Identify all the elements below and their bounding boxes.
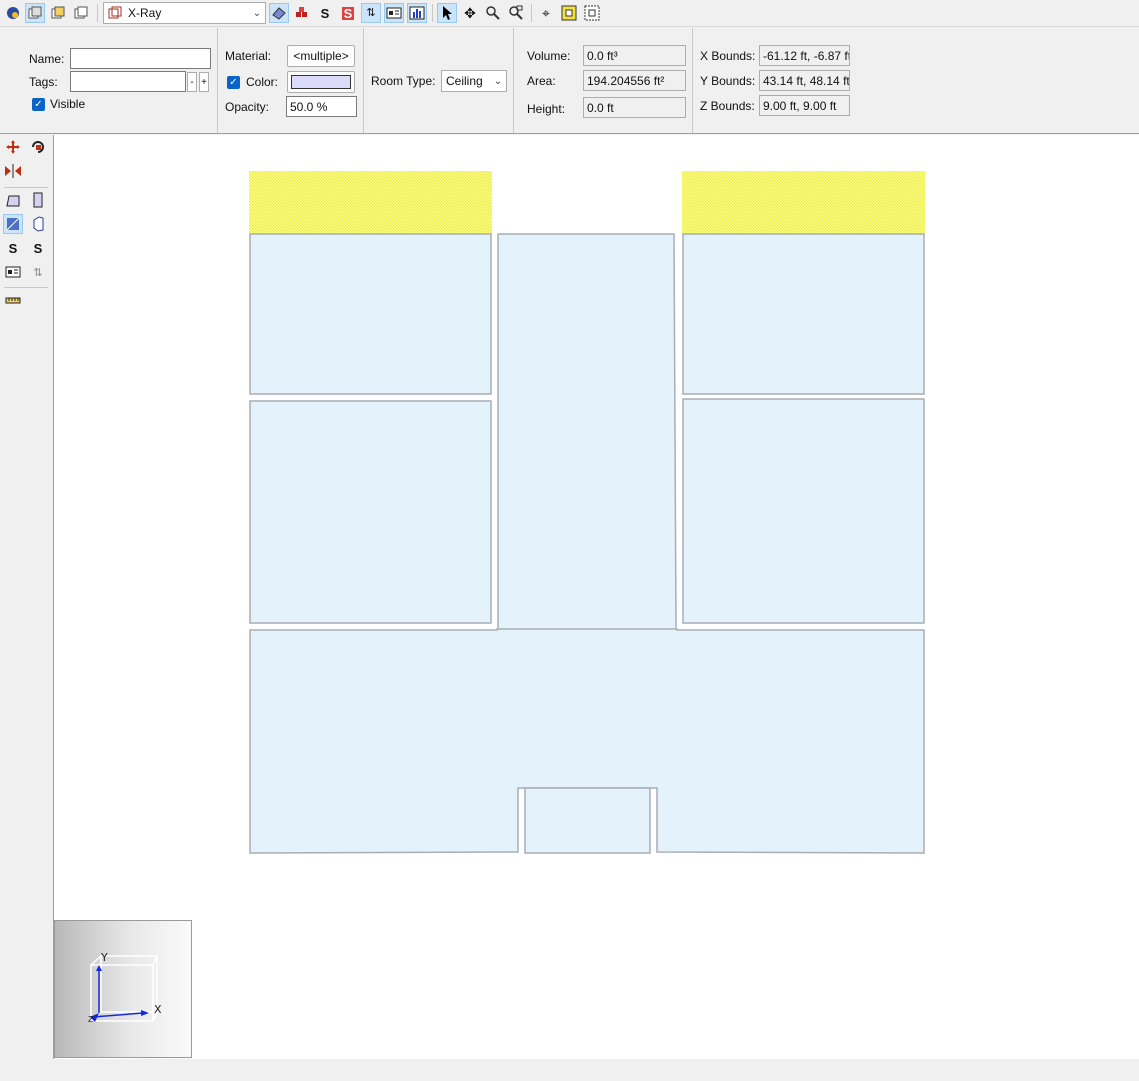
visible-label: Visible (50, 97, 86, 111)
color-swatch (291, 75, 351, 89)
selected-ceiling-left (249, 171, 492, 234)
xbounds-label: X Bounds: (700, 49, 756, 63)
zoom-window-icon[interactable] (506, 3, 526, 23)
zoom-icon[interactable] (483, 3, 503, 23)
material-label: Material: (225, 49, 272, 63)
color-label: Color: (246, 75, 279, 89)
y-axis-label: Y (100, 951, 108, 964)
tags-label: Tags: (29, 75, 58, 89)
zbounds-label: Z Bounds: (700, 99, 755, 113)
extrude-icon[interactable] (28, 214, 48, 234)
home-icon[interactable] (3, 3, 23, 23)
loop-icon[interactable]: S (315, 3, 335, 23)
selected-ceiling-right (682, 171, 925, 234)
material-button[interactable]: <multiple> (287, 45, 355, 67)
render-mode-select[interactable]: X-Ray ⌄ (103, 2, 266, 24)
room-top-right (682, 233, 925, 395)
xbounds-value: -61.12 ft, -6.87 ft (759, 45, 850, 66)
red-loop-icon[interactable]: S (338, 3, 358, 23)
room-top-left (249, 233, 492, 395)
chevron-down-icon: ⌄ (493, 75, 503, 87)
opacity-label: Opacity: (225, 100, 270, 114)
unjoin-icon[interactable]: S (28, 238, 48, 258)
spaces-icon[interactable] (292, 3, 312, 23)
measure-icon[interactable] (3, 291, 23, 311)
layer-icon[interactable] (48, 3, 68, 23)
main-toolbar: X-Ray ⌄ S S ⇅ ✥ ⌖ (0, 0, 1139, 27)
tags-field[interactable] (70, 71, 186, 92)
draw-floor-icon[interactable] (3, 190, 23, 210)
ybounds-label: Y Bounds: (700, 74, 756, 88)
zbounds-value: 9.00 ft, 9.00 ft (759, 95, 850, 116)
viewport-canvas[interactable] (53, 135, 1139, 1059)
rotate-icon[interactable] (28, 137, 48, 157)
join-icon[interactable]: S (3, 238, 23, 258)
tags-add-button[interactable]: + (199, 72, 209, 92)
name-field[interactable] (70, 48, 211, 69)
properties-panel: Name: Tags: - + ✓ Visible Material: <mul… (0, 28, 1139, 134)
properties-icon[interactable] (3, 262, 23, 282)
fit-selection-icon[interactable] (582, 3, 602, 23)
z-axis-label: Z (88, 1015, 94, 1024)
pan-icon[interactable]: ✥ (460, 3, 480, 23)
select-mode-icon[interactable] (25, 3, 45, 23)
move-icon[interactable] (3, 137, 23, 157)
status-bar (0, 1059, 1139, 1081)
tags-remove-button[interactable]: - (187, 72, 197, 92)
mirror-icon[interactable] (3, 161, 23, 181)
name-label: Name: (29, 52, 65, 66)
room-type-value: Ceiling (446, 74, 483, 88)
chevron-down-icon: ⌄ (252, 7, 262, 19)
crosshair-icon[interactable]: ⌖ (536, 3, 556, 23)
surface-filter-icon[interactable] (269, 3, 289, 23)
visible-checkbox[interactable]: ✓ (32, 98, 45, 111)
color-picker-button[interactable] (287, 71, 355, 93)
area-label: Area: (527, 74, 556, 88)
area-value: 194.204556 ft² (583, 70, 686, 91)
render-mode-value: X-Ray (128, 6, 162, 20)
split-icon[interactable] (3, 214, 23, 234)
x-axis-label: X (154, 1003, 162, 1016)
draw-wall-icon[interactable] (28, 190, 48, 210)
pointer-icon[interactable] (437, 3, 457, 23)
axis-navigation-widget[interactable]: Y X Z (54, 920, 192, 1058)
height-label: Height: (527, 102, 566, 116)
copy-icon[interactable] (71, 3, 91, 23)
opacity-field[interactable]: 50.0 % (286, 96, 357, 117)
ybounds-value: 43.14 ft, 48.14 ft (759, 70, 850, 91)
room-type-select[interactable]: Ceiling ⌄ (441, 70, 507, 92)
room-corridor (497, 233, 677, 631)
room-mid-right (682, 398, 925, 624)
volume-value: 0.0 ft³ (583, 45, 686, 66)
chart-icon[interactable] (407, 3, 427, 23)
tool-sidebar: S S ⇅ (0, 135, 53, 1081)
room-mid-left (249, 400, 492, 624)
render-cube-icon (108, 6, 122, 19)
flip-icon[interactable]: ⇅ (28, 262, 48, 282)
height-value: 0.0 ft (583, 97, 686, 118)
room-type-label: Room Type: (371, 74, 436, 88)
card-icon[interactable] (384, 3, 404, 23)
normals-icon[interactable]: ⇅ (361, 3, 381, 23)
fit-icon[interactable] (559, 3, 579, 23)
room-bottom-small (524, 787, 651, 854)
axis-gizmo: Y X Z (88, 951, 162, 1024)
floor-plan-svg (249, 171, 925, 854)
color-checkbox[interactable]: ✓ (227, 76, 240, 89)
volume-label: Volume: (527, 49, 571, 63)
